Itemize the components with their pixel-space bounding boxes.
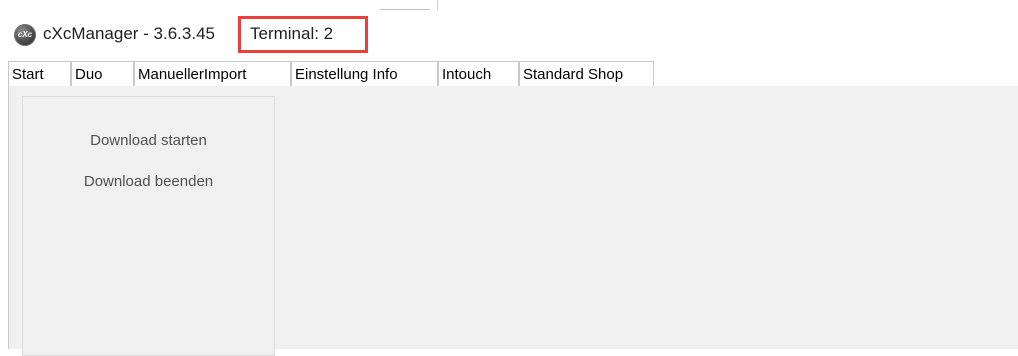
- background-window-strip: [0, 0, 1018, 11]
- tab-intouch[interactable]: Intouch: [438, 61, 519, 87]
- tab-content-start: Download starten Download beenden: [8, 86, 1018, 356]
- background-divider: [380, 9, 430, 10]
- app-logo-icon: cXc: [14, 24, 36, 46]
- tab-start[interactable]: Start: [8, 61, 71, 88]
- download-panel: Download starten Download beenden: [22, 96, 275, 356]
- background-divider: [437, 0, 438, 10]
- tab-einstellung-info[interactable]: Einstellung Info: [291, 61, 438, 87]
- download-end-button[interactable]: Download beenden: [23, 173, 274, 190]
- window-title: cXcManager - 3.6.3.45: [43, 24, 215, 43]
- tab-bar: Start Duo ManuellerImport Einstellung In…: [8, 61, 1018, 88]
- tab-standard-shop[interactable]: Standard Shop: [519, 61, 654, 87]
- tab-duo[interactable]: Duo: [71, 61, 134, 87]
- content-border: [8, 86, 9, 349]
- terminal-label: Terminal: 2: [250, 24, 334, 43]
- download-start-button[interactable]: Download starten: [23, 132, 274, 149]
- title-bar: cXc cXcManager - 3.6.3.45 Terminal: 2: [0, 13, 1018, 57]
- tab-manueller-import[interactable]: ManuellerImport: [134, 61, 291, 87]
